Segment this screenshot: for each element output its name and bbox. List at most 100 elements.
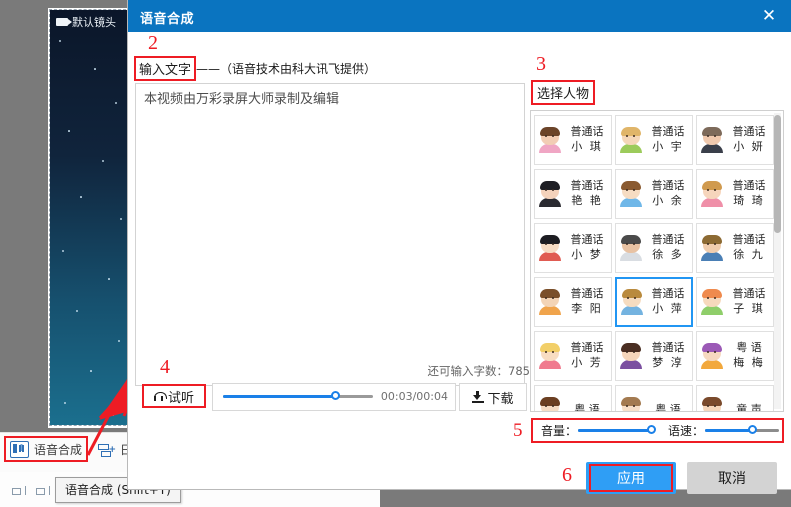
character-cell-label: 普通话小 芳 [565,341,611,371]
character-cell-label: 童 声 [727,403,773,411]
character-language: 普通话 [570,287,604,301]
character-cell[interactable]: 童 声 [696,385,774,411]
dialog-titlebar: 语音合成 ✕ [128,0,791,32]
character-cell[interactable]: 普通话小 妍 [696,115,774,165]
character-name: 小 梦 [571,248,603,261]
character-language: 普通话 [651,233,685,247]
volume-label: 音量： [541,424,578,438]
dialog-body: 2 输入文字 ——（语音技术由科大讯飞提供） 还可输入字数：785 4 试听 0… [128,32,791,494]
character-name: 小 芳 [571,356,603,369]
avatar [538,127,562,153]
character-name: 梅 梅 [733,356,765,369]
character-language: 普通话 [651,287,685,301]
character-name: 小 妍 [733,140,765,153]
preview-button-label: 试听 [167,390,194,406]
avatar [700,235,724,261]
avatar [619,181,643,207]
preview-button[interactable]: 试听 [142,384,206,408]
input-section-sublabel: ——（语音技术由科大讯飞提供） [196,62,377,76]
character-cell[interactable]: 普通话小 萍 [615,277,693,327]
avatar [538,343,562,369]
character-name: 小 宇 [652,140,684,153]
avatar [538,397,562,411]
character-cell[interactable]: 普通话艳 艳 [534,169,612,219]
audio-seek-fill [223,395,336,398]
char-count-label: 还可输入字数：785 [427,364,530,378]
volume-slider[interactable] [578,424,657,434]
character-cell-label: 普通话艳 艳 [565,179,611,209]
character-language: 普通话 [570,341,604,355]
character-cell[interactable]: 普通话徐 多 [615,223,693,273]
character-language: 普通话 [651,179,685,193]
character-cell-label: 普通话小 萍 [647,287,691,317]
character-cell[interactable]: 粤 语 [615,385,693,412]
character-cell-label: 普通话徐 九 [727,233,773,263]
align-center-icon[interactable] [36,485,52,497]
character-section-label: 选择人物 [531,80,596,105]
cancel-button[interactable]: 取消 [687,462,777,494]
character-language: 粤 语 [655,402,681,412]
speed-slider-knob[interactable] [748,424,758,434]
character-cell[interactable]: 普通话小 琪 [534,115,612,165]
apply-button[interactable]: 应用 [586,462,676,494]
character-list-panel[interactable]: 普通话小 琪普通话小 宇普通话小 妍普通话艳 艳普通话小 余普通话琦 琦普通话小… [530,110,784,412]
character-cell[interactable]: 普通话琦 琦 [696,169,774,219]
character-cell[interactable]: 普通话李 阳 [534,277,612,327]
character-cell[interactable]: 粤 语 [534,385,612,412]
speed-label: 语速： [668,424,705,438]
marker-4: 4 [160,356,170,378]
character-grid: 普通话小 琪普通话小 宇普通话小 妍普通话艳 艳普通话小 余普通话琦 琦普通话小… [534,115,774,412]
download-button[interactable]: 下载 [459,383,527,411]
character-cell[interactable]: 普通话小 余 [615,169,693,219]
audio-settings-group: 音量： 语速： [531,418,784,443]
toolbar-item-subtitle[interactable]: + 日 [98,441,132,458]
character-name: 小 萍 [652,302,684,315]
character-language: 粤 语 [574,402,600,412]
character-cell-label: 普通话徐 多 [646,233,692,263]
avatar [538,289,562,315]
character-cell-label: 普通话琦 琦 [727,179,773,209]
camera-label-text: 默认镜头 [72,16,116,29]
character-cell-label: 粤 语 [646,402,692,412]
volume-slider-knob[interactable] [647,424,657,434]
character-cell[interactable]: 普通话小 芳 [534,331,612,381]
character-cell-label: 普通话小 琪 [565,125,611,155]
character-language: 普通话 [651,125,685,139]
character-cell[interactable]: 普通话徐 九 [696,223,774,273]
character-cell-label: 普通话小 梦 [565,233,611,263]
audio-seek-slider[interactable] [223,391,373,400]
character-name: 李 阳 [571,302,603,315]
avatar [619,397,643,411]
marker-6: 6 [562,464,572,486]
marker-3: 3 [536,53,546,75]
character-scrollbar-thumb[interactable] [774,115,781,233]
character-language: 普通话 [732,125,766,139]
character-cell[interactable]: 普通话小 宇 [615,115,693,165]
avatar [538,181,562,207]
character-language: 普通话 [570,125,604,139]
character-language: 粤 语 [736,341,762,355]
align-left-icon[interactable] [12,485,28,497]
close-icon[interactable]: ✕ [747,0,791,32]
input-section-header: 输入文字 ——（语音技术由科大讯飞提供） [134,56,376,81]
character-cell[interactable]: 普通话子 琪 [696,277,774,327]
avatar [620,289,644,315]
tts-dialog: 语音合成 ✕ 2 输入文字 ——（语音技术由科大讯飞提供） 还可输入字数：785… [128,0,791,494]
avatar [619,343,643,369]
headphone-icon [153,391,167,401]
character-cell[interactable]: 普通话小 梦 [534,223,612,273]
audio-seek-knob[interactable] [331,391,340,400]
character-language: 普通话 [732,233,766,247]
character-cell[interactable]: 普通话梦 淳 [615,331,693,381]
video-canvas-stage[interactable] [49,9,131,426]
character-name: 子 琪 [733,302,765,315]
toolbar-tts-highlight-box [4,436,88,462]
speed-slider[interactable] [705,424,780,434]
character-cell[interactable]: 粤 语梅 梅 [696,331,774,381]
audio-time-text: 00:03/00:04 [380,390,448,403]
character-cell-label: 普通话梦 淳 [646,341,692,371]
text-input[interactable] [135,83,525,386]
character-name: 艳 艳 [571,194,603,207]
download-button-label: 下载 [487,391,514,407]
character-name: 徐 九 [733,248,765,261]
